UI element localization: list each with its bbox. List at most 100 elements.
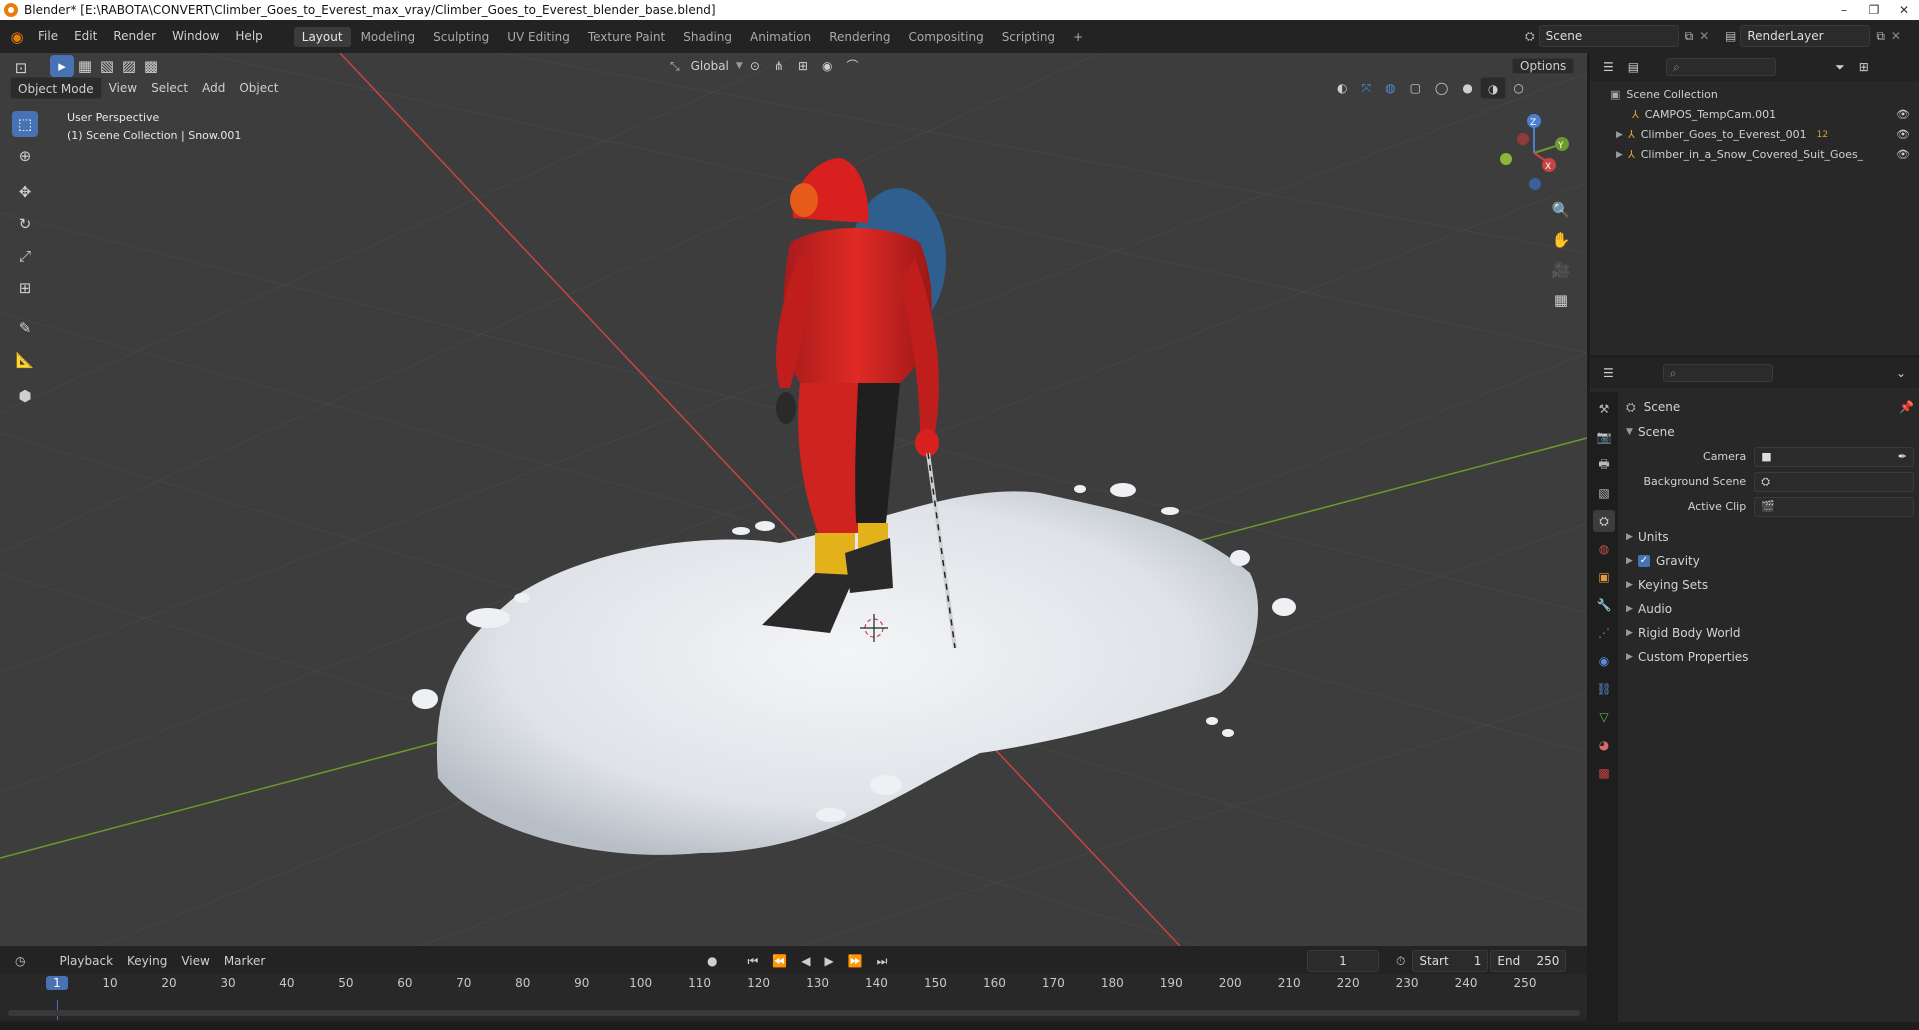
scale-tool-icon[interactable]: ⤢ (12, 243, 38, 269)
menu-edit[interactable]: Edit (66, 20, 105, 53)
timeline-ruler[interactable]: 1 10 20 30 40 50 60 70 80 90 100 110 120 130 140 150 160… (0, 974, 1587, 1020)
render-layer-field[interactable]: RenderLayer (1740, 25, 1871, 47)
viewport-menu-select[interactable]: Select (144, 77, 195, 99)
workspace-tab-compositing[interactable]: Compositing (900, 27, 991, 47)
workspace-tab-uv-editing[interactable]: UV Editing (499, 27, 578, 47)
tool-tab-icon[interactable]: ⚒ (1593, 398, 1615, 420)
rotate-tool-icon[interactable]: ↻ (12, 211, 38, 237)
play-reverse-icon[interactable]: ◀ (794, 950, 817, 972)
select-box-invert-icon[interactable]: ▩ (140, 55, 162, 77)
properties-editor-type-icon[interactable]: ☰ (1596, 362, 1621, 384)
annotate-tool-icon[interactable]: ✎ (12, 315, 38, 341)
prev-keyframe-icon[interactable]: ⏪ (765, 950, 794, 972)
menu-file[interactable]: File (30, 20, 66, 53)
maximize-button[interactable]: ❐ (1859, 0, 1889, 20)
timeline-menu-keying[interactable]: Keying (120, 950, 174, 972)
physics-tab-icon[interactable]: ◉ (1593, 650, 1615, 672)
transform-tool-icon[interactable]: ⊞ (12, 275, 38, 301)
perspective-toggle-icon[interactable]: ▦ (1548, 287, 1574, 313)
audio-section-header[interactable]: ▶ Audio (1626, 597, 1914, 621)
wireframe-shading-icon[interactable]: ◯ (1428, 77, 1455, 99)
3d-viewport[interactable]: ⊡ ▸ ▦ ▧ ▨ ▩ ⤡ Global ▼ ⊙ ⋔ ⊞ ◉ ⌒ Options… (0, 53, 1587, 946)
pan-hand-icon[interactable]: ✋ (1548, 227, 1574, 253)
falloff-icon[interactable]: ⌒ (839, 55, 865, 77)
snap-target-icon[interactable]: ⊞ (791, 55, 815, 77)
material-shading-icon[interactable]: ◑ (1479, 77, 1507, 99)
current-frame-field[interactable]: 1 (1307, 950, 1379, 972)
select-box-extend-icon[interactable]: ▧ (96, 55, 118, 77)
next-keyframe-icon[interactable]: ⏩ (841, 950, 870, 972)
zoom-icon[interactable]: 🔍 (1548, 197, 1574, 223)
stopwatch-icon[interactable]: ⏱ (1389, 950, 1412, 972)
select-box-new-icon[interactable]: ▦ (74, 55, 96, 77)
delete-scene-icon[interactable]: ✕ (1699, 29, 1709, 43)
display-mode-icon[interactable]: ▤ (1621, 56, 1646, 78)
new-render-layer-icon[interactable]: ⧉ (1876, 29, 1885, 44)
gizmo-toggle-icon[interactable]: ⤧ (1354, 77, 1378, 99)
viewport-menu-add[interactable]: Add (195, 77, 232, 99)
start-frame-field[interactable]: Start 1 (1412, 950, 1489, 972)
menu-help[interactable]: Help (227, 20, 270, 53)
delete-render-layer-icon[interactable]: ✕ (1891, 29, 1901, 43)
active-clip-field[interactable]: 🎬 (1754, 496, 1914, 517)
material-tab-icon[interactable]: ◕ (1593, 734, 1615, 756)
add-workspace-button[interactable]: + (1065, 27, 1091, 47)
properties-search-input[interactable]: ⌕ (1662, 364, 1773, 382)
keying-sets-section-header[interactable]: ▶ Keying Sets (1626, 573, 1914, 597)
units-section-header[interactable]: ▶ Units (1626, 525, 1914, 549)
modifier-tab-icon[interactable]: 🔧 (1593, 594, 1615, 616)
measure-tool-icon[interactable]: 📐 (12, 347, 38, 373)
gravity-checkbox[interactable]: ✓ (1638, 555, 1650, 567)
camera-field[interactable]: ■ ✒ (1754, 446, 1914, 467)
workspace-tab-texture-paint[interactable]: Texture Paint (580, 27, 673, 47)
close-button[interactable]: ✕ (1889, 0, 1919, 20)
overlay-toggle-icon[interactable]: ◍ (1378, 77, 1402, 99)
select-tool-icon[interactable]: ▸ (50, 55, 74, 77)
timeline-menu-marker[interactable]: Marker (217, 950, 272, 972)
expand-arrow-icon[interactable]: ▶ (1616, 125, 1628, 145)
add-cube-tool-icon[interactable]: ⬢ (12, 383, 38, 409)
rigid-body-world-section-header[interactable]: ▶ Rigid Body World (1626, 621, 1914, 645)
timeline-scrollbar[interactable] (8, 1010, 1580, 1016)
texture-tab-icon[interactable]: ▩ (1593, 762, 1615, 784)
constraints-tab-icon[interactable]: ⛓ (1593, 678, 1615, 700)
outliner-row-climber-snow[interactable]: ▶ ⅄ Climber_in_a_Snow_Covered_Suit_Goes_… (1610, 145, 1910, 165)
current-frame-indicator[interactable]: 1 (46, 976, 68, 990)
timeline-menu-view[interactable]: View (174, 950, 216, 972)
cursor-tool-icon[interactable]: ⊕ (12, 143, 38, 169)
workspace-tab-shading[interactable]: Shading (675, 27, 740, 47)
play-icon[interactable]: ▶ (817, 950, 840, 972)
data-tab-icon[interactable]: ▽ (1593, 706, 1615, 728)
outliner-row-climber[interactable]: ▶ ⅄ Climber_Goes_to_Everest_001 12 👁 (1610, 125, 1910, 145)
visibility-eye-icon[interactable]: 👁 (1896, 105, 1910, 125)
workspace-tab-modeling[interactable]: Modeling (353, 27, 424, 47)
world-tab-icon[interactable]: ◍ (1593, 538, 1615, 560)
blender-menu-icon[interactable]: ◉ (4, 24, 30, 50)
properties-options-icon[interactable]: ⌄ (1889, 362, 1913, 384)
particles-tab-icon[interactable]: ⋰ (1593, 622, 1615, 644)
jump-start-icon[interactable]: ⏮ (740, 950, 765, 972)
object-tab-icon[interactable]: ▣ (1593, 566, 1615, 588)
filter-icon[interactable]: ⏷ (1828, 56, 1852, 78)
proportional-edit-icon[interactable]: ◉ (815, 55, 839, 77)
end-frame-field[interactable]: End 250 (1490, 950, 1567, 972)
object-mode-dropdown[interactable]: Object Mode (10, 77, 102, 99)
options-dropdown[interactable]: Options (1512, 58, 1575, 74)
visibility-eye-icon[interactable]: 👁 (1896, 125, 1910, 145)
visibility-eye-icon[interactable]: 👁 (1896, 145, 1910, 165)
gravity-section-header[interactable]: ▶ ✓ Gravity (1626, 549, 1914, 573)
viewport-menu-object[interactable]: Object (232, 77, 285, 99)
timeline-menu-playback[interactable]: Playback (52, 950, 120, 972)
outliner-search-input[interactable]: ⌕ (1666, 58, 1777, 76)
select-box-tool-icon[interactable]: ⬚ (12, 111, 38, 137)
workspace-tab-animation[interactable]: Animation (742, 27, 819, 47)
view-layer-tab-icon[interactable]: ▧ (1593, 482, 1615, 504)
outliner-row-campos[interactable]: ⅄ CAMPOS_TempCam.001 👁 (1610, 105, 1910, 125)
render-tab-icon[interactable]: 📷 (1593, 426, 1615, 448)
xray-toggle-icon[interactable]: ▢ (1403, 77, 1428, 99)
snap-icon[interactable]: ⋔ (767, 55, 791, 77)
outliner-editor-type-icon[interactable]: ☰ (1596, 56, 1621, 78)
eyedropper-icon[interactable]: ✒ (1898, 447, 1907, 467)
new-collection-icon[interactable]: ⊞ (1852, 56, 1876, 78)
menu-render[interactable]: Render (105, 20, 164, 53)
